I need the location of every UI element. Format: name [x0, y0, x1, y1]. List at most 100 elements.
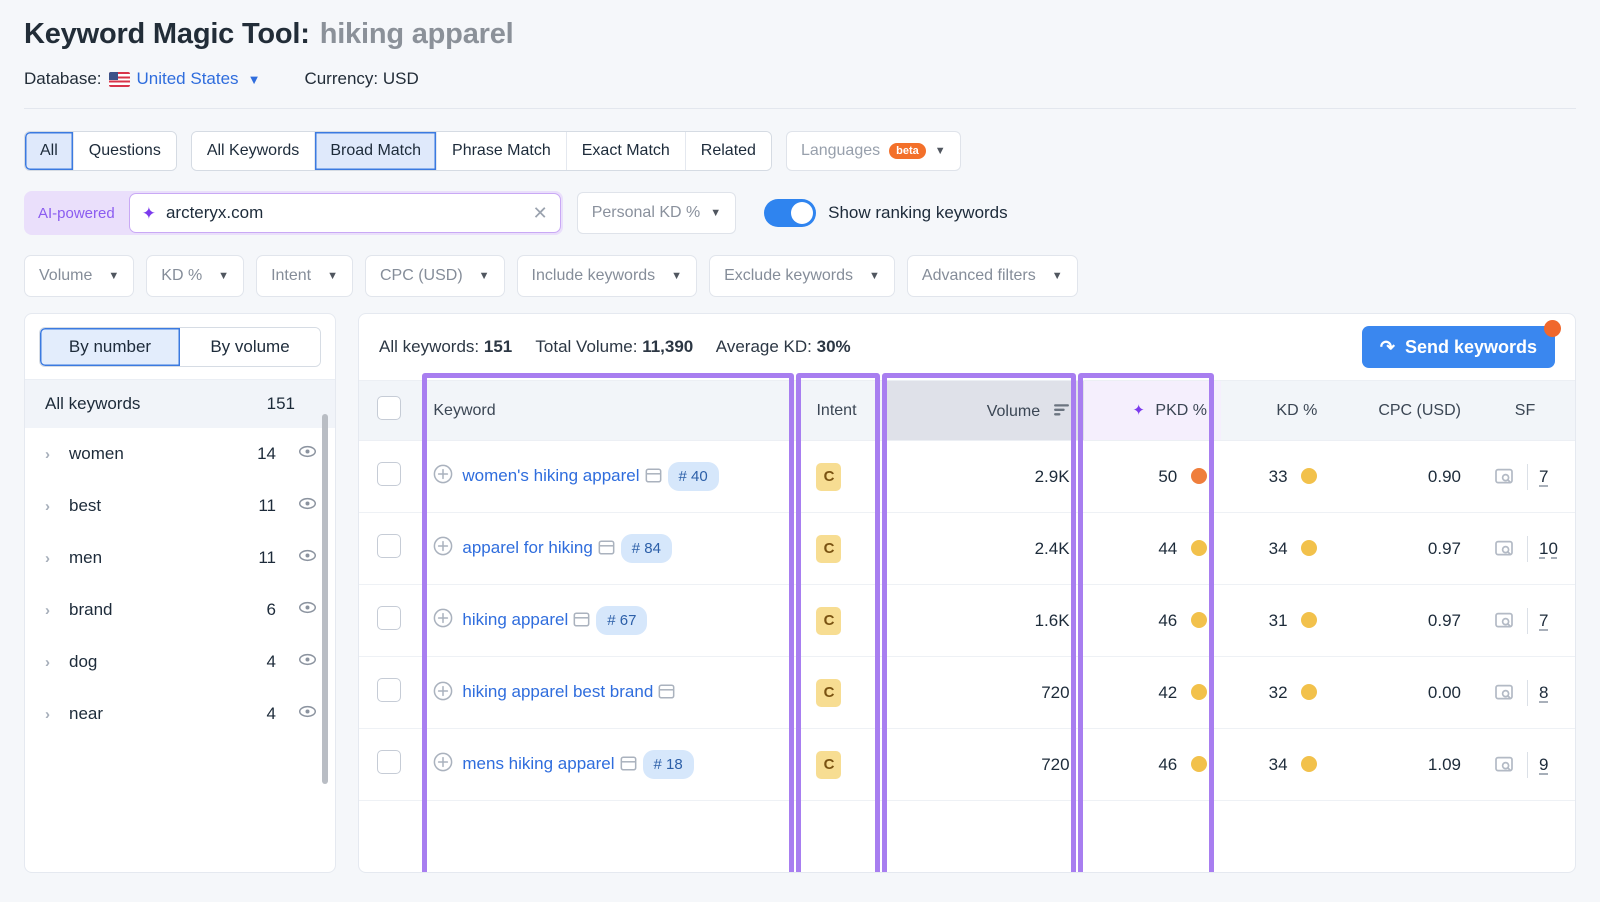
- add-keyword-icon[interactable]: [433, 681, 453, 701]
- sidebar-item-men[interactable]: › men 11: [25, 532, 335, 584]
- intent-badge[interactable]: C: [816, 751, 841, 779]
- table-row[interactable]: mens hiking apparel# 18 C 720 46 34 1.09…: [359, 729, 1575, 801]
- serp-features-icon[interactable]: [1494, 611, 1516, 631]
- sf-count[interactable]: 8: [1539, 683, 1561, 703]
- sf-count[interactable]: 10: [1539, 539, 1561, 559]
- database-selector[interactable]: Database: United States ▼: [24, 69, 260, 89]
- ai-powered-label: AI-powered: [24, 205, 129, 222]
- intent-badge[interactable]: C: [816, 535, 841, 563]
- tab-related[interactable]: Related: [686, 132, 771, 170]
- cell-kd: 33: [1221, 441, 1331, 513]
- table-row[interactable]: hiking apparel# 67 C 1.6K 46 31 0.97 7: [359, 585, 1575, 657]
- add-keyword-icon[interactable]: [433, 608, 453, 628]
- eye-icon[interactable]: [298, 702, 317, 726]
- tab-questions[interactable]: Questions: [74, 132, 176, 170]
- row-checkbox[interactable]: [377, 606, 401, 630]
- serp-features-icon[interactable]: [1494, 539, 1516, 559]
- serp-icon[interactable]: [645, 467, 662, 484]
- close-icon[interactable]: ✕: [533, 203, 548, 224]
- col-header-sf[interactable]: SF: [1475, 381, 1575, 441]
- stat-average-kd-label: Average KD:: [716, 337, 812, 356]
- eye-icon[interactable]: [298, 442, 317, 466]
- position-badge[interactable]: # 84: [621, 534, 672, 563]
- row-select-cell: [359, 657, 419, 729]
- send-keywords-button[interactable]: ↷ Send keywords: [1362, 326, 1555, 368]
- filter-cpc[interactable]: CPC (USD) ▼: [365, 255, 505, 297]
- keyword-link[interactable]: hiking apparel: [462, 610, 568, 629]
- col-header-intent[interactable]: Intent: [802, 381, 885, 441]
- select-all-checkbox[interactable]: [377, 396, 401, 420]
- show-ranking-keywords-toggle[interactable]: [764, 199, 816, 227]
- languages-dropdown[interactable]: Languages beta ▼: [786, 131, 961, 171]
- stat-all-keywords-label: All keywords:: [379, 337, 479, 356]
- filter-volume[interactable]: Volume ▼: [24, 255, 134, 297]
- filter-exclude-keywords[interactable]: Exclude keywords ▼: [709, 255, 895, 297]
- table-row[interactable]: apparel for hiking# 84 C 2.4K 44 34 0.97…: [359, 513, 1575, 585]
- domain-input-wrapper[interactable]: ✦ arcteryx.com ✕: [129, 193, 561, 233]
- database-value[interactable]: United States: [137, 69, 239, 89]
- ranking-keywords-toggle-wrapper[interactable]: Show ranking keywords: [764, 199, 1008, 227]
- tab-broad-match[interactable]: Broad Match: [315, 132, 437, 170]
- filter-advanced[interactable]: Advanced filters ▼: [907, 255, 1078, 297]
- position-badge[interactable]: # 18: [643, 750, 694, 779]
- sidebar-item-women[interactable]: › women 14: [25, 428, 335, 480]
- sidebar-item-brand[interactable]: › brand 6: [25, 584, 335, 636]
- serp-features-icon[interactable]: [1494, 755, 1516, 775]
- sidebar-item-near[interactable]: › near 4: [25, 688, 335, 740]
- tab-all-keywords[interactable]: All Keywords: [192, 132, 315, 170]
- keyword-link[interactable]: women's hiking apparel: [462, 466, 639, 485]
- filter-intent[interactable]: Intent ▼: [256, 255, 353, 297]
- position-badge[interactable]: # 67: [596, 606, 647, 635]
- sidebar-tab-by-volume[interactable]: By volume: [180, 328, 320, 366]
- col-header-kd[interactable]: KD %: [1221, 381, 1331, 441]
- keyword-link[interactable]: mens hiking apparel: [462, 754, 614, 773]
- personal-kd-dropdown[interactable]: Personal KD % ▼: [577, 192, 736, 234]
- sidebar-item-all-keywords[interactable]: All keywords 151: [25, 379, 335, 428]
- row-checkbox[interactable]: [377, 462, 401, 486]
- add-keyword-icon[interactable]: [433, 752, 453, 772]
- sidebar-item-best[interactable]: › best 11: [25, 480, 335, 532]
- filter-kd[interactable]: KD % ▼: [146, 255, 244, 297]
- keyword-link[interactable]: apparel for hiking: [462, 538, 592, 557]
- row-checkbox[interactable]: [377, 750, 401, 774]
- intent-badge[interactable]: C: [816, 607, 841, 635]
- keyword-link[interactable]: hiking apparel best brand: [462, 682, 653, 701]
- ai-powered-wrapper: AI-powered ✦ arcteryx.com ✕: [24, 191, 563, 235]
- sidebar-item-dog[interactable]: › dog 4: [25, 636, 335, 688]
- eye-icon[interactable]: [298, 546, 317, 570]
- row-checkbox[interactable]: [377, 678, 401, 702]
- col-header-pkd[interactable]: ✦ PKD %: [1084, 381, 1221, 441]
- tab-exact-match[interactable]: Exact Match: [567, 132, 686, 170]
- position-badge[interactable]: # 40: [668, 462, 719, 491]
- serp-icon[interactable]: [658, 683, 675, 700]
- table-row[interactable]: hiking apparel best brand C 720 42 32 0.…: [359, 657, 1575, 729]
- table-row[interactable]: women's hiking apparel# 40 C 2.9K 50 33 …: [359, 441, 1575, 513]
- col-header-keyword[interactable]: Keyword: [419, 381, 802, 441]
- row-checkbox[interactable]: [377, 534, 401, 558]
- table-header: Keyword Intent Volume ✦ PKD %: [359, 381, 1575, 441]
- domain-input-value[interactable]: arcteryx.com: [166, 203, 523, 223]
- serp-features-icon[interactable]: [1494, 467, 1516, 487]
- serp-icon[interactable]: [598, 539, 615, 556]
- sidebar-scrollbar[interactable]: [322, 414, 328, 784]
- serp-icon[interactable]: [620, 755, 637, 772]
- serp-icon[interactable]: [573, 611, 590, 628]
- tab-all[interactable]: All: [25, 132, 74, 170]
- filter-include-keywords[interactable]: Include keywords ▼: [517, 255, 698, 297]
- col-header-cpc[interactable]: CPC (USD): [1331, 381, 1475, 441]
- intent-badge[interactable]: C: [816, 679, 841, 707]
- sidebar-tab-by-number[interactable]: By number: [40, 328, 180, 366]
- sf-count[interactable]: 7: [1539, 467, 1561, 487]
- col-header-volume[interactable]: Volume: [886, 381, 1084, 441]
- sf-count[interactable]: 7: [1539, 611, 1561, 631]
- eye-icon[interactable]: [298, 494, 317, 518]
- add-keyword-icon[interactable]: [433, 464, 453, 484]
- sf-divider: [1527, 536, 1528, 562]
- eye-icon[interactable]: [298, 650, 317, 674]
- eye-icon[interactable]: [298, 598, 317, 622]
- sf-count[interactable]: 9: [1539, 755, 1561, 775]
- tab-phrase-match[interactable]: Phrase Match: [437, 132, 567, 170]
- add-keyword-icon[interactable]: [433, 536, 453, 556]
- serp-features-icon[interactable]: [1494, 683, 1516, 703]
- intent-badge[interactable]: C: [816, 463, 841, 491]
